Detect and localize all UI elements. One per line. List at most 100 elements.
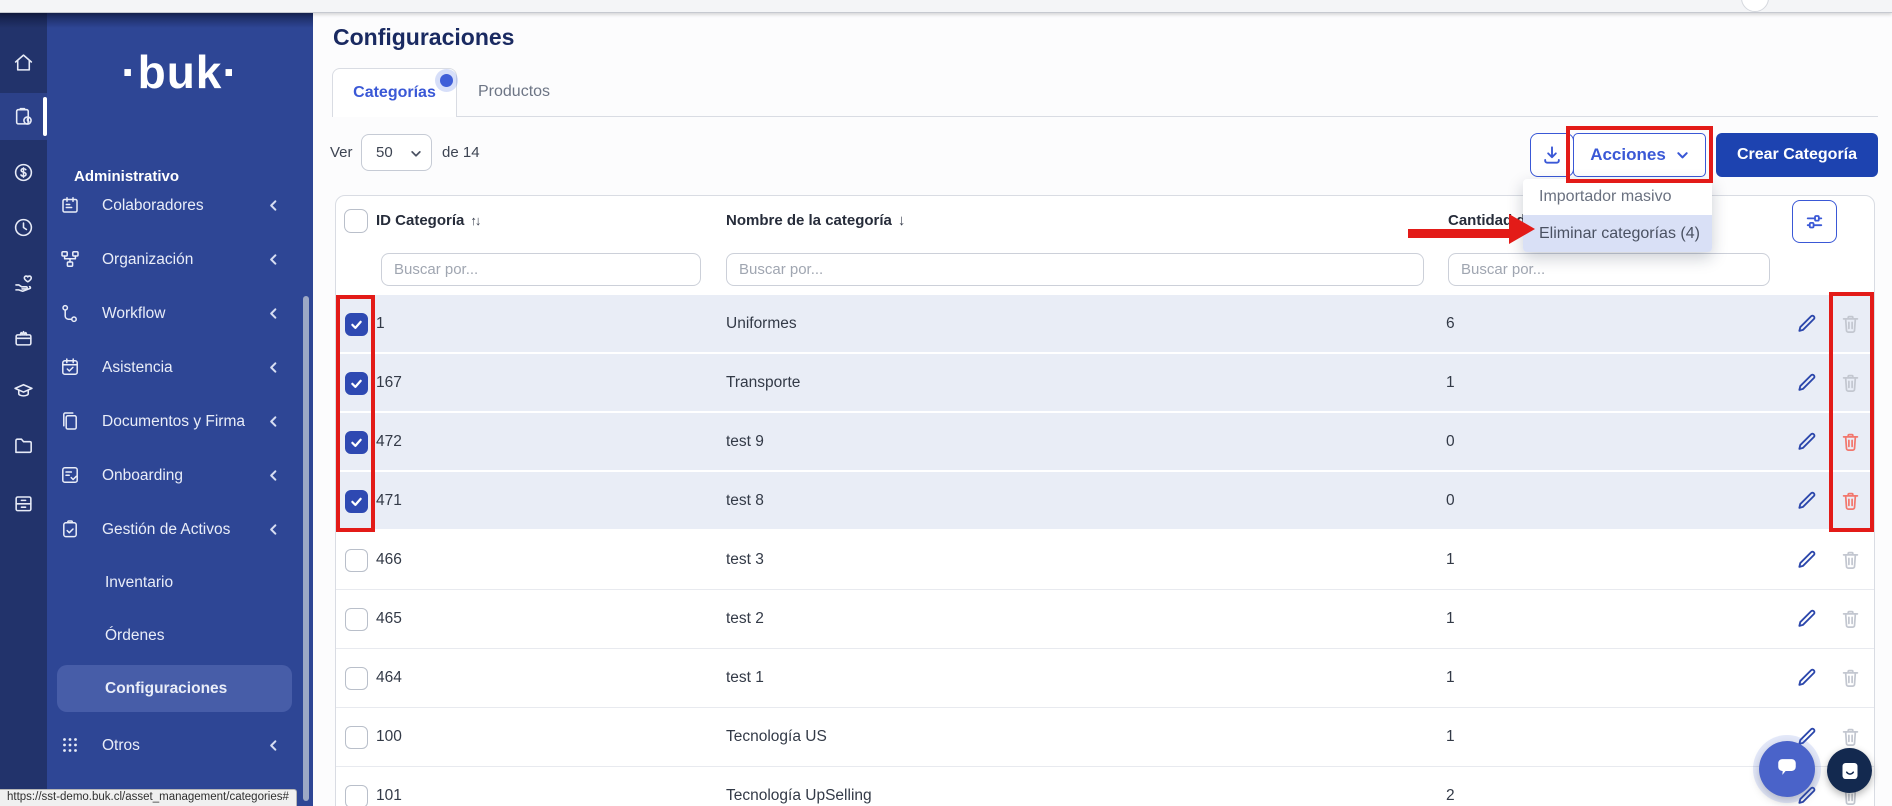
sidebar-scrollbar[interactable]: [303, 296, 309, 801]
row-checkbox[interactable]: [345, 313, 368, 336]
sidebar-subitem-label: Inventario: [105, 574, 173, 592]
row-checkbox[interactable]: [345, 372, 368, 395]
sort-both-icon[interactable]: ↑↓: [470, 213, 479, 228]
edit-row-button[interactable]: [1794, 666, 1819, 691]
edit-row-button[interactable]: [1794, 607, 1819, 632]
sidebar-item-label: Otros: [102, 737, 140, 755]
col-header-nombre[interactable]: Nombre de la categoría↓: [726, 196, 905, 245]
sidebar-item-label: Asistencia: [102, 359, 173, 377]
row-checkbox[interactable]: [345, 667, 368, 690]
sliders-icon: [1804, 211, 1825, 232]
table-row: 167Transporte1: [336, 354, 1874, 413]
chevron-left-icon: [267, 199, 281, 213]
edit-row-button[interactable]: [1794, 489, 1819, 514]
menu-item-eliminar-categorias-4-[interactable]: Eliminar categorías (4): [1523, 215, 1712, 252]
edit-row-button[interactable]: [1794, 548, 1819, 573]
edit-pencil-icon: [1795, 430, 1818, 453]
sidebar-item-label: Colaboradores: [102, 197, 204, 215]
search-nombre-input[interactable]: [726, 253, 1424, 286]
chevron-down-icon: [410, 148, 422, 160]
chat-widget-button[interactable]: [1759, 741, 1815, 797]
sidebar-subitem-configuraciones[interactable]: Configuraciones: [47, 662, 313, 716]
edit-row-button[interactable]: [1794, 430, 1819, 455]
cell-nombre: test 9: [726, 413, 764, 471]
archive-icon[interactable]: [0, 481, 47, 525]
column-settings-button[interactable]: [1792, 200, 1837, 243]
sidebar-item-organizacion[interactable]: Organización: [47, 233, 313, 287]
sidebar-item-label: Organización: [102, 251, 193, 269]
edit-pencil-icon: [1795, 489, 1818, 512]
tab-categorias-label: Categorías: [353, 84, 436, 101]
page-size-label: Ver: [330, 134, 353, 171]
delete-trash-icon: [1839, 371, 1862, 394]
cell-cantidad: 1: [1446, 708, 1455, 766]
table-row: 466test 31: [336, 531, 1874, 590]
tab-categorias[interactable]: Categorías: [332, 68, 457, 117]
sidebar-item-onboarding[interactable]: Onboarding: [47, 449, 313, 503]
delete-row-button[interactable]: [1838, 489, 1863, 514]
cell-id: 100: [376, 708, 402, 766]
sidebar-item-workflow[interactable]: Workflow: [47, 287, 313, 341]
tabs-divider: [332, 116, 1878, 117]
delete-row-button[interactable]: [1838, 371, 1863, 396]
clock-icon[interactable]: [0, 205, 47, 249]
sidebar-item-documentos-y-firma[interactable]: Documentos y Firma: [47, 395, 313, 449]
delete-row-button[interactable]: [1838, 725, 1863, 750]
home-icon[interactable]: [0, 40, 47, 84]
tab-productos[interactable]: Productos: [478, 68, 550, 116]
folder-icon[interactable]: [0, 423, 47, 467]
clipboard-check-icon: [60, 519, 82, 541]
graduation-cap-icon[interactable]: [0, 368, 47, 412]
delete-row-button[interactable]: [1838, 666, 1863, 691]
delete-row-button[interactable]: [1838, 312, 1863, 337]
sidebar-item-colaboradores[interactable]: Colaboradores: [47, 179, 313, 233]
chat-bubble-icon: [1773, 755, 1801, 783]
acciones-button[interactable]: Acciones: [1573, 133, 1706, 177]
delete-trash-icon: [1839, 666, 1862, 689]
edit-pencil-icon: [1795, 312, 1818, 335]
categories-table: ID Categoría↑↓ Nombre de la categoría↓ C…: [335, 195, 1875, 806]
col-header-cantidad[interactable]: Cantidad d: [1448, 196, 1526, 245]
delete-row-button[interactable]: [1838, 607, 1863, 632]
edit-row-button[interactable]: [1794, 371, 1819, 396]
delete-row-button[interactable]: [1838, 430, 1863, 455]
row-checkbox[interactable]: [345, 785, 368, 806]
row-checkbox[interactable]: [345, 490, 368, 513]
cell-cantidad: 0: [1446, 472, 1455, 530]
cell-id: 167: [376, 354, 402, 412]
hand-heart-icon[interactable]: [0, 260, 47, 304]
row-checkbox[interactable]: [345, 608, 368, 631]
sidebar-subitem-inventario[interactable]: Inventario: [47, 556, 313, 610]
page-size-select[interactable]: 50: [361, 134, 432, 171]
select-all-checkbox[interactable]: [344, 209, 368, 233]
page-title: Configuraciones: [333, 24, 514, 51]
sidebar-item-otros[interactable]: Otros: [47, 719, 313, 773]
benefits-box-icon[interactable]: [0, 315, 47, 359]
documents-icon: [60, 411, 82, 433]
row-checkbox[interactable]: [345, 549, 368, 572]
sidebar-item-label: Documentos y Firma: [102, 413, 245, 431]
id-card-icon: [60, 195, 82, 217]
buk-logo: ·buk·: [47, 45, 313, 99]
search-cantidad-input[interactable]: [1448, 253, 1770, 286]
row-checkbox[interactable]: [345, 431, 368, 454]
workflow-icon: [60, 303, 82, 325]
org-chart-icon: [60, 249, 82, 271]
support-widget-button[interactable]: [1827, 748, 1872, 793]
page-size-value: 50: [376, 144, 393, 161]
cell-id: 471: [376, 472, 402, 530]
search-id-input[interactable]: [381, 253, 701, 286]
menu-item-importador-masivo[interactable]: Importador masivo: [1523, 179, 1712, 215]
sort-desc-icon[interactable]: ↓: [898, 212, 906, 229]
crear-categoria-button[interactable]: Crear Categoría: [1716, 133, 1878, 177]
asset-clipboard-icon[interactable]: [0, 94, 47, 138]
col-header-id[interactable]: ID Categoría↑↓: [376, 196, 479, 245]
sidebar-item-asistencia[interactable]: Asistencia: [47, 341, 313, 395]
sidebar-subitem-ordenes[interactable]: Órdenes: [47, 609, 313, 663]
dollar-icon[interactable]: [0, 150, 47, 194]
edit-row-button[interactable]: [1794, 312, 1819, 337]
download-button[interactable]: [1530, 133, 1574, 177]
delete-row-button[interactable]: [1838, 548, 1863, 573]
row-checkbox[interactable]: [345, 726, 368, 749]
sidebar-item-gestion-de-activos[interactable]: Gestión de Activos: [47, 503, 313, 557]
